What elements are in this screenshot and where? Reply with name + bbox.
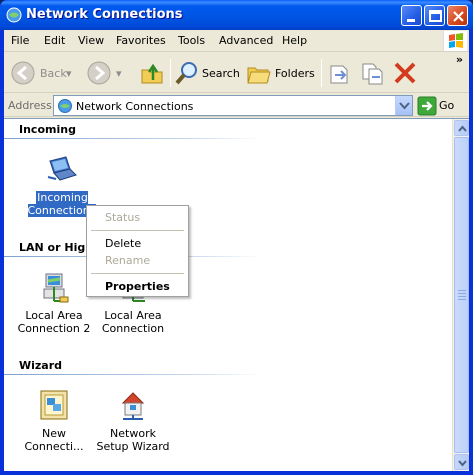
- folders-button[interactable]: Folders: [246, 58, 318, 88]
- up-folder-button[interactable]: [139, 58, 165, 88]
- back-button[interactable]: Back ▾: [10, 58, 74, 88]
- scroll-down-button[interactable]: [454, 454, 469, 470]
- close-button[interactable]: [447, 5, 468, 26]
- folder-view[interactable]: Incoming Incoming Connections LAN or Hig…: [4, 118, 469, 471]
- menu-separator: [91, 230, 184, 231]
- move-to-icon: [330, 65, 348, 84]
- grip-line: [458, 299, 466, 300]
- chevron-up-icon: [458, 125, 467, 132]
- address-label: Address: [8, 99, 52, 112]
- menu-separator: [91, 273, 184, 274]
- grip-line: [458, 290, 466, 291]
- go-label: Go: [439, 99, 455, 112]
- toolbar-separator: [321, 59, 322, 87]
- search-icon: [175, 62, 197, 85]
- network-connections-icon: [6, 7, 22, 23]
- go-button[interactable]: Go: [417, 96, 465, 116]
- grip-line: [458, 296, 466, 297]
- address-bar: Address Network Connections Go: [4, 94, 469, 117]
- menu-view[interactable]: View: [78, 34, 104, 47]
- group-divider: [4, 138, 262, 139]
- menu-favorites[interactable]: Favorites: [116, 34, 166, 47]
- local-area-connection-2-item[interactable]: Local Area Connection 2: [16, 271, 92, 335]
- minimize-button[interactable]: [401, 5, 422, 26]
- search-button[interactable]: Search: [174, 58, 242, 88]
- copy-to-icon: [362, 63, 383, 85]
- chevron-down-icon: [399, 102, 410, 110]
- forward-dropdown-icon[interactable]: ▾: [116, 67, 122, 80]
- lan-connection-icon: [38, 271, 70, 303]
- group-divider: [4, 374, 262, 375]
- window: Network Connections File Edit View Favor…: [0, 0, 473, 475]
- forward-button[interactable]: ▾: [86, 58, 130, 88]
- menu-bar: File Edit View Favorites Tools Advanced …: [4, 30, 469, 52]
- folders-label: Folders: [275, 67, 315, 80]
- network-connections-icon: [58, 99, 72, 113]
- window-body: File Edit View Favorites Tools Advanced …: [4, 30, 469, 471]
- toolbar-overflow-chevron[interactable]: »: [456, 53, 463, 66]
- maximize-button[interactable]: [424, 5, 445, 26]
- menu-tools[interactable]: Tools: [178, 34, 205, 47]
- delete-x-icon: [394, 62, 416, 84]
- menu-help[interactable]: Help: [282, 34, 307, 47]
- toolbar: Back ▾ ▾ Search Folders »: [4, 53, 469, 93]
- local-area-connection-2-label: Local Area Connection 2: [17, 309, 91, 335]
- new-connection-wizard-item[interactable]: New Connecti...: [16, 389, 92, 453]
- address-field[interactable]: Network Connections: [53, 95, 413, 116]
- address-dropdown-button[interactable]: [395, 96, 412, 115]
- context-menu-properties[interactable]: Properties: [105, 280, 170, 293]
- minimize-icon: [407, 19, 415, 22]
- local-area-connection-label: Local Area Connection: [101, 309, 165, 335]
- grip-line: [458, 293, 466, 294]
- back-label: Back: [40, 67, 67, 80]
- context-menu-status[interactable]: Status: [105, 211, 140, 224]
- context-menu: Status Delete Rename Properties: [86, 205, 189, 297]
- toolbar-separator: [170, 59, 171, 87]
- menu-advanced[interactable]: Advanced: [219, 34, 273, 47]
- windows-logo-icon: [443, 31, 467, 51]
- new-connection-wizard-label: New Connecti...: [24, 427, 84, 453]
- address-value: Network Connections: [76, 100, 194, 113]
- menu-edit[interactable]: Edit: [44, 34, 65, 47]
- chevron-down-icon: [458, 460, 467, 467]
- network-setup-wizard-item[interactable]: Network Setup Wizard: [95, 389, 171, 453]
- group-header-wizard: Wizard: [19, 359, 63, 372]
- scroll-thumb[interactable]: [454, 137, 469, 453]
- back-dropdown-icon[interactable]: ▾: [66, 67, 72, 80]
- group-header-incoming: Incoming: [19, 123, 76, 136]
- delete-button[interactable]: [392, 58, 418, 88]
- window-title: Network Connections: [26, 7, 183, 22]
- title-bar[interactable]: Network Connections: [0, 0, 473, 30]
- context-menu-rename[interactable]: Rename: [105, 254, 150, 267]
- incoming-connections-icon: [46, 153, 78, 185]
- close-icon: [453, 11, 464, 22]
- go-arrow-icon: [417, 96, 437, 116]
- up-folder-icon: [141, 63, 163, 84]
- scroll-up-button[interactable]: [454, 120, 469, 136]
- move-to-button[interactable]: [327, 58, 353, 88]
- folders-icon: [247, 67, 271, 84]
- forward-arrow-icon: [87, 61, 111, 85]
- network-setup-wizard-icon: [117, 389, 149, 421]
- vertical-scrollbar[interactable]: [452, 119, 469, 471]
- network-setup-wizard-label: Network Setup Wizard: [96, 427, 170, 453]
- context-menu-delete[interactable]: Delete: [105, 237, 141, 250]
- search-label: Search: [202, 67, 240, 80]
- copy-to-button[interactable]: [360, 58, 386, 88]
- back-arrow-icon: [11, 61, 35, 85]
- maximize-icon: [429, 10, 442, 22]
- new-connection-wizard-icon: [38, 389, 70, 421]
- menu-file[interactable]: File: [11, 34, 29, 47]
